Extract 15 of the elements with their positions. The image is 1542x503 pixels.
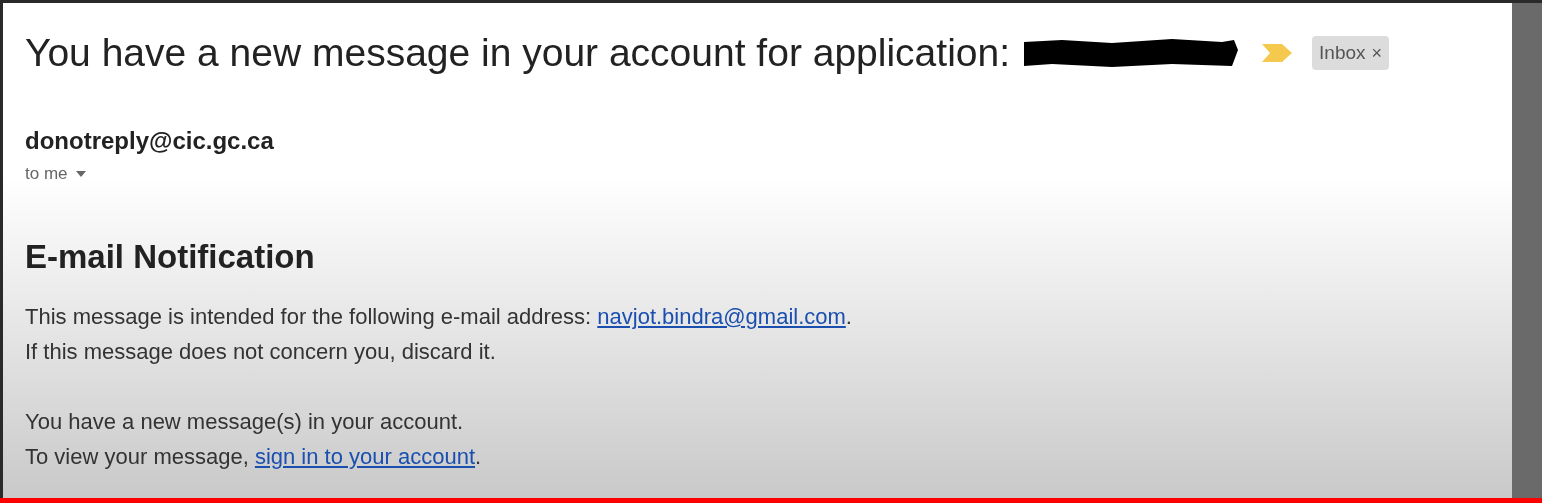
recipient-dropdown[interactable]: to me [25,161,86,187]
label-chip[interactable]: Inbox × [1312,35,1390,71]
importance-marker-icon[interactable] [1262,44,1293,62]
email-subject: You have a new message in your account for application: [25,31,1011,75]
body-text: You have a new message(s) in your account. [25,407,465,436]
link[interactable]: sign in to your account [254,443,475,469]
caret-icon [75,170,86,177]
body-text: This message is intended for the following e-mail address: navjot.bindra@gmail.com. [25,302,853,331]
body-text: To view your message, sign in to your account. [25,442,483,471]
label-text: Inbox [1319,40,1366,65]
remove-label-button[interactable]: × [1371,39,1383,67]
sender-address: donotreply@cic.gc.ca [25,127,274,155]
link[interactable]: navjot.bindra@gmail.com [597,303,846,329]
notification-heading: E-mail Notification [25,238,315,275]
body-text: If this message does not concern you, discard it. [25,337,497,366]
